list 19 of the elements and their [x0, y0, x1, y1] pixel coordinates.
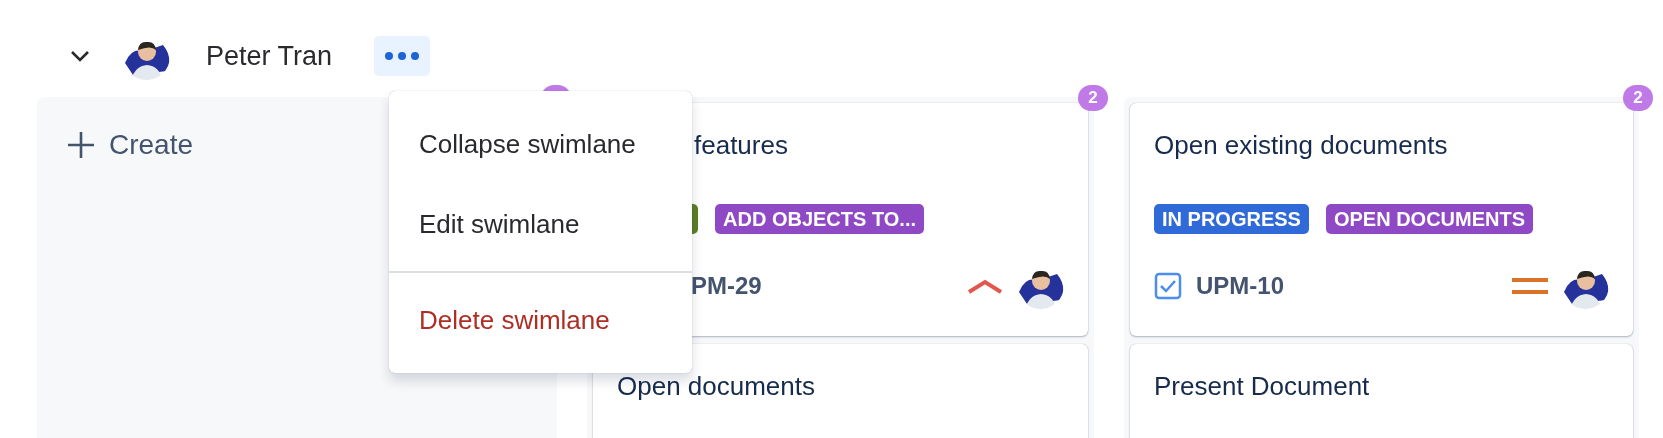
count-badge: 2: [1623, 85, 1653, 111]
more-icon: [384, 51, 421, 61]
label-tag: ADD OBJECTS TO...: [715, 204, 924, 234]
issue-key: UPM-10: [1196, 271, 1285, 300]
count-badge: 2: [1078, 85, 1108, 111]
checkbox-icon: [1154, 271, 1182, 300]
label-tag: IN PROGRESS: [1154, 204, 1309, 234]
card-title: Present Document: [1154, 371, 1371, 401]
label-tag: OPEN DOCUMENTS: [1325, 204, 1534, 234]
card-title: Open documents: [617, 371, 816, 401]
issue-card[interactable]: Open existing documents IN PROGRESS OPEN DOCUMENTS UPM-10: [1130, 103, 1633, 336]
chevron-icon: [69, 49, 91, 63]
issue-card[interactable]: Present Document: [1130, 344, 1633, 438]
more-button[interactable]: [374, 36, 431, 76]
plus-icon: [67, 131, 95, 159]
issue-card[interactable]: Open documents: [593, 344, 1088, 438]
create-button[interactable]: Create: [43, 103, 218, 187]
swimlane-name: Peter Tran: [206, 40, 333, 72]
card-title: Open existing documents: [1154, 130, 1449, 160]
